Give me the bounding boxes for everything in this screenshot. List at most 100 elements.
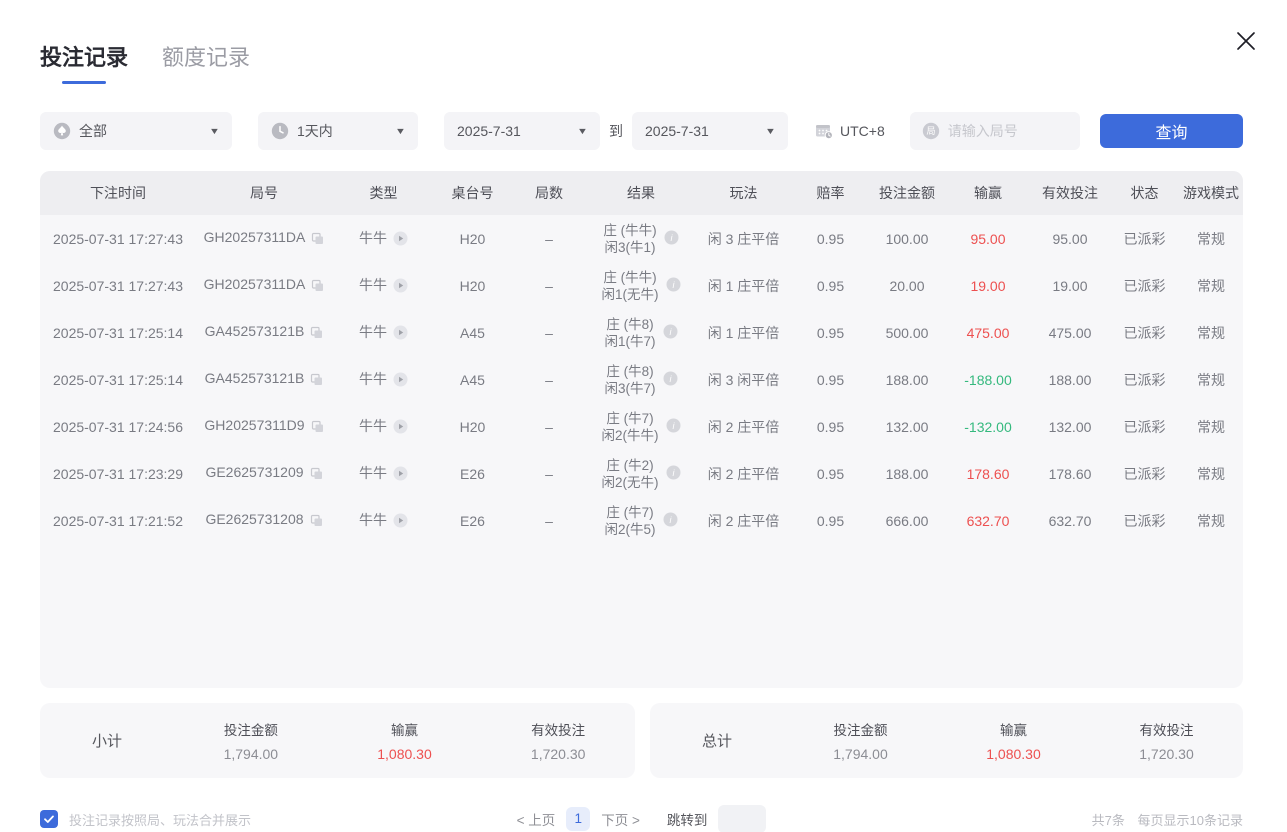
jump-to-input[interactable] [718, 805, 767, 832]
date-from-select[interactable]: 2025-7-31 ▼ [444, 112, 600, 150]
copy-icon[interactable] [310, 326, 323, 342]
date-to-select[interactable]: 2025-7-31 ▼ [632, 112, 788, 150]
status-cell: 已派彩 [1123, 230, 1166, 247]
chevron-down-icon: ▼ [576, 126, 589, 136]
copy-icon[interactable] [310, 467, 323, 483]
copy-icon[interactable] [310, 373, 323, 389]
bet-amount-cell: 132.00 [885, 418, 929, 435]
table-no-cell: H20 [459, 230, 486, 247]
status-cell: 已派彩 [1123, 324, 1166, 341]
query-button[interactable]: 查询 [1100, 114, 1243, 148]
odds-cell: 0.95 [816, 324, 845, 341]
play-cell: 闲 2 庄平倍 [707, 512, 780, 529]
info-icon[interactable]: i [663, 512, 678, 530]
table-row[interactable]: 2025-07-31 17:25:14 GA452573121B 牛牛 A45 … [40, 309, 1243, 356]
table-row[interactable]: 2025-07-31 17:23:29 GE2625731209 牛牛 E26 … [40, 450, 1243, 497]
total-card: 总计 投注金额 1,794.00 输赢 1,080.30 有效投注 1,720.… [650, 703, 1243, 778]
bet-time-cell: 2025-07-31 17:27:43 [53, 277, 183, 294]
play-cell: 闲 1 庄平倍 [707, 324, 780, 341]
play-icon[interactable] [393, 466, 408, 484]
bet-time-cell: 2025-07-31 17:25:14 [53, 371, 183, 388]
valid-bet-cell: 632.70 [1048, 512, 1092, 529]
column-header: 局数 [510, 171, 588, 215]
table-row[interactable]: 2025-07-31 17:21:52 GE2625731208 牛牛 E26 … [40, 497, 1243, 544]
time-range-value: 1天内 [297, 123, 333, 139]
timezone-display: UTC+8 [814, 121, 885, 141]
summary-section: 小计 投注金额 1,794.00 输赢 1,080.30 有效投注 1,720.… [40, 703, 1243, 778]
date-range-group: 2025-7-31 ▼ 到 2025-7-31 ▼ [444, 112, 788, 150]
copy-icon[interactable] [311, 420, 324, 436]
odds-cell: 0.95 [816, 277, 845, 294]
info-icon[interactable]: i [666, 277, 681, 295]
mode-cell: 常规 [1197, 512, 1225, 529]
header-row: 下注时间 局号 类型 桌台号 局数 结果 玩法 赔率 投注金额 输赢 有效投注 状态 游戏模式 [40, 171, 1243, 215]
copy-icon[interactable] [310, 514, 323, 530]
subtotal-bet: 投注金额 1,794.00 [223, 723, 279, 762]
subtotal-win: 输赢 1,080.30 [377, 723, 432, 762]
status-cell: 已派彩 [1123, 371, 1166, 388]
play-icon[interactable] [393, 278, 408, 296]
valid-bet-cell: 132.00 [1048, 418, 1092, 435]
play-icon[interactable] [393, 419, 408, 437]
info-icon[interactable]: i [664, 230, 679, 248]
column-header: 类型 [332, 171, 435, 215]
date-to-value: 2025-7-31 [645, 123, 709, 139]
info-icon[interactable]: i [663, 324, 678, 342]
next-page-button[interactable]: 下页 > [601, 809, 640, 829]
win-loss-cell: 95.00 [970, 230, 1006, 247]
calendar-clock-icon[interactable] [814, 121, 835, 141]
valid-bet-cell: 475.00 [1048, 324, 1092, 341]
close-icon[interactable] [1233, 28, 1259, 54]
chevron-down-icon: ▼ [394, 126, 407, 136]
jump-to-label: 跳转到 [666, 813, 708, 828]
odds-cell: 0.95 [816, 465, 845, 482]
round-id-cell: GE2625731208 [196, 497, 332, 544]
copy-icon[interactable] [311, 232, 324, 248]
rounds-cell: – [545, 418, 553, 435]
odds-cell: 0.95 [816, 418, 845, 435]
table-row[interactable]: 2025-07-31 17:27:43 GH20257311DA 牛牛 H20 … [40, 215, 1243, 262]
play-icon[interactable] [393, 513, 408, 531]
mode-cell: 常规 [1197, 277, 1225, 294]
current-page-button[interactable]: 1 [566, 807, 591, 831]
play-icon[interactable] [393, 325, 408, 343]
rounds-cell: – [545, 465, 553, 482]
game-type-dropdown[interactable]: 全部 ▼ [40, 112, 232, 150]
tab-bet-records[interactable]: 投注记录 [40, 40, 128, 84]
copy-icon[interactable] [311, 279, 324, 295]
column-header: 玩法 [694, 171, 793, 215]
round-id-cell: GH20257311D9 [196, 403, 332, 450]
prev-page-button[interactable]: < 上页 [517, 809, 556, 829]
date-from-value: 2025-7-31 [457, 123, 521, 139]
status-cell: 已派彩 [1123, 418, 1166, 435]
info-icon[interactable]: i [666, 465, 681, 483]
subtotal-valid: 有效投注 1,720.30 [530, 723, 586, 762]
total-label: 总计 [701, 733, 732, 750]
clock-icon [271, 122, 289, 140]
result-cell: 庄 (牛牛) 闲3(牛1) i [588, 215, 694, 262]
tab-quota-records[interactable]: 额度记录 [162, 40, 250, 84]
table-row[interactable]: 2025-07-31 17:27:43 GH20257311DA 牛牛 H20 … [40, 262, 1243, 309]
play-icon[interactable] [393, 231, 408, 249]
bet-records-dialog: 投注记录 额度记录 全部 ▼ 1天内 ▼ 2025-7-31 ▼ 到 2025-… [0, 0, 1287, 832]
column-header: 输赢 [946, 171, 1030, 215]
play-icon[interactable] [393, 372, 408, 390]
merge-checkbox[interactable] [40, 810, 58, 828]
table-no-cell: H20 [459, 277, 486, 294]
mode-cell: 常规 [1197, 418, 1225, 435]
game-type-cell: 牛牛 [332, 262, 435, 309]
column-header: 投注金额 [868, 171, 946, 215]
game-type-cell: 牛牛 [332, 215, 435, 262]
mode-cell: 常规 [1197, 324, 1225, 341]
round-search-input[interactable] [947, 123, 1066, 139]
table-row[interactable]: 2025-07-31 17:25:14 GA452573121B 牛牛 A45 … [40, 356, 1243, 403]
table-row[interactable]: 2025-07-31 17:24:56 GH20257311D9 牛牛 H20 … [40, 403, 1243, 450]
valid-bet-cell: 95.00 [1052, 230, 1088, 247]
odds-cell: 0.95 [816, 371, 845, 388]
win-loss-cell: 475.00 [966, 324, 1010, 341]
time-range-dropdown[interactable]: 1天内 ▼ [258, 112, 418, 150]
info-icon[interactable]: i [663, 371, 678, 389]
info-icon[interactable]: i [666, 418, 681, 436]
subtotal-label: 小计 [91, 733, 122, 750]
total-win: 输赢 1,080.30 [986, 723, 1041, 762]
